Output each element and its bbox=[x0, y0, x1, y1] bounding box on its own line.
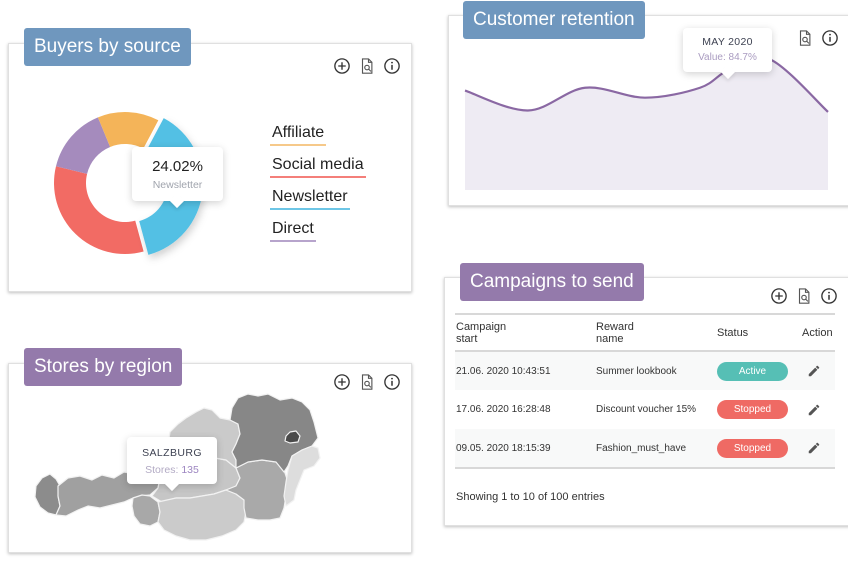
buyers-legend: Affiliate Social media Newsletter Direct bbox=[270, 124, 366, 252]
tooltip-value: 24.02% bbox=[152, 158, 203, 175]
pencil-icon[interactable] bbox=[807, 441, 821, 455]
retention-tooltip: MAY 2020 Value: 84.7% bbox=[683, 28, 772, 72]
table-header-row: Campaign start Reward name Status Action bbox=[455, 313, 835, 352]
document-search-icon[interactable] bbox=[796, 29, 814, 47]
legend-item-direct[interactable]: Direct bbox=[270, 220, 316, 242]
plus-circle-icon[interactable] bbox=[770, 287, 788, 305]
status-badge[interactable]: Stopped bbox=[717, 438, 788, 458]
legend-item-affiliate[interactable]: Affiliate bbox=[270, 124, 327, 146]
region-vorarlberg[interactable] bbox=[34, 473, 61, 516]
column-header-action[interactable]: Action bbox=[802, 313, 835, 352]
retention-card-toolbar bbox=[796, 29, 839, 47]
donut-tooltip: 24.02% Newsletter bbox=[132, 147, 223, 201]
cell-campaign-start: 17.06. 2020 16:28:48 bbox=[456, 404, 551, 415]
cell-campaign-start: 09.05. 2020 18:15:39 bbox=[455, 429, 596, 469]
campaigns-card-toolbar bbox=[770, 287, 838, 305]
campaigns-table: Campaign start Reward name Status Action 2… bbox=[455, 313, 835, 469]
cell-campaign-start: 21.06. 2020 10:43:51 bbox=[455, 351, 596, 390]
retention-area bbox=[465, 57, 828, 190]
pencil-icon[interactable] bbox=[807, 364, 821, 378]
column-header-status[interactable]: Status bbox=[717, 313, 802, 352]
tooltip-stores: Stores: 135 bbox=[127, 464, 217, 476]
column-header-reward-name[interactable]: Reward name bbox=[596, 313, 717, 352]
customer-retention-title: Customer retention bbox=[463, 1, 645, 39]
cell-reward-name: Discount voucher 15% bbox=[596, 404, 697, 415]
pencil-icon[interactable] bbox=[807, 403, 821, 417]
tooltip-label: Newsletter bbox=[152, 179, 203, 191]
cell-reward-name: Summer lookbook bbox=[596, 351, 717, 390]
pagination-info: Showing 1 to 10 of 100 entries bbox=[456, 491, 605, 503]
legend-item-social-media[interactable]: Social media bbox=[270, 156, 366, 178]
info-icon[interactable] bbox=[820, 287, 838, 305]
tooltip-stores-value: 135 bbox=[181, 464, 199, 476]
table-row: 17.06. 2020 16:28:48 Discount voucher 15… bbox=[455, 390, 835, 429]
tooltip-region: SALZBURG bbox=[142, 447, 202, 459]
cell-reward-name: Fashion_must_have bbox=[596, 429, 717, 469]
table-row: 21.06. 2020 10:43:51 Summer lookbook Act… bbox=[455, 351, 835, 390]
legend-item-newsletter[interactable]: Newsletter bbox=[270, 188, 350, 210]
map-tooltip: SALZBURG Stores: 135 bbox=[127, 437, 217, 484]
table-row: 09.05. 2020 18:15:39 Fashion_must_have S… bbox=[455, 429, 835, 469]
status-badge[interactable]: Stopped bbox=[717, 400, 788, 419]
region-east-tirol[interactable] bbox=[131, 494, 161, 527]
status-badge[interactable]: Active bbox=[717, 361, 788, 381]
document-search-icon[interactable] bbox=[795, 287, 813, 305]
tooltip-stores-label: Stores: bbox=[145, 464, 179, 476]
retention-area-chart bbox=[464, 56, 829, 190]
info-icon[interactable] bbox=[821, 29, 839, 47]
tooltip-value: Value: 84.7% bbox=[698, 52, 757, 63]
donut-slice-social-media[interactable] bbox=[54, 166, 144, 254]
campaigns-title: Campaigns to send bbox=[460, 263, 644, 301]
tooltip-period: MAY 2020 bbox=[702, 36, 753, 48]
column-header-campaign-start[interactable]: Campaign start bbox=[455, 313, 596, 352]
